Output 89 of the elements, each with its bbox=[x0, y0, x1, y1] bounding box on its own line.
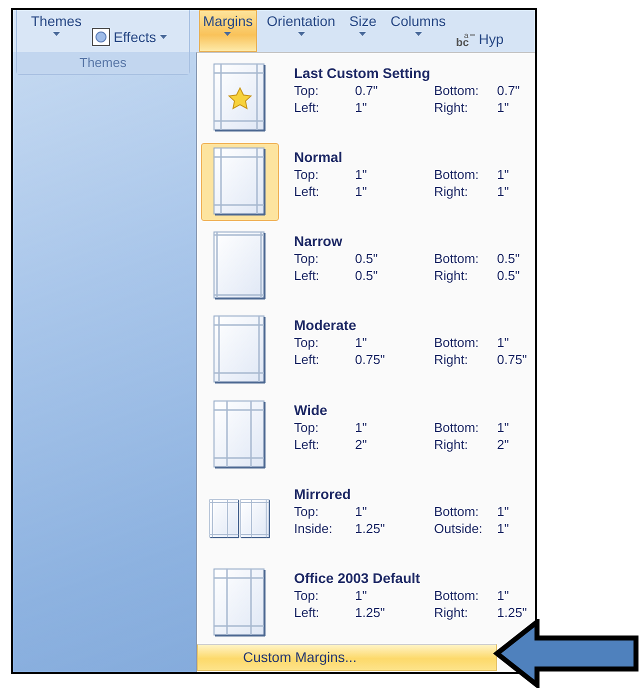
margin-option[interactable]: Office 2003 Default Top: 1" Bottom: 1" Left: 1.25" Right: 1.25" bbox=[197, 560, 535, 644]
margin-value: 1" bbox=[497, 166, 510, 184]
margin-label: Right: bbox=[434, 183, 469, 200]
margin-value: 1" bbox=[355, 99, 368, 116]
margin-value: 2" bbox=[497, 436, 510, 452]
margin-label: Bottom: bbox=[434, 250, 480, 268]
margin-label: Top: bbox=[294, 502, 320, 520]
option-title: Last Custom Setting bbox=[294, 64, 432, 82]
option-title: Normal bbox=[294, 148, 344, 166]
caret-icon bbox=[298, 32, 305, 36]
margin-value: 1" bbox=[497, 520, 510, 537]
margin-value: 1" bbox=[497, 99, 510, 116]
margin-label: Bottom: bbox=[434, 502, 480, 520]
ribbon-button[interactable]: Columns bbox=[386, 10, 450, 52]
margin-value: 1" bbox=[497, 586, 510, 604]
margin-label: Right: bbox=[434, 604, 469, 621]
effects-button[interactable]: Effects bbox=[92, 28, 168, 46]
caret-icon bbox=[224, 32, 232, 36]
margin-option[interactable]: Normal Top: 1" Bottom: 1" Left: 1" Right: 1" bbox=[197, 139, 535, 224]
margin-value: 2" bbox=[355, 436, 368, 452]
margin-label: Left: bbox=[294, 604, 320, 621]
margin-value: 1" bbox=[355, 166, 368, 184]
caret-icon bbox=[414, 32, 422, 36]
margin-label: Left: bbox=[294, 351, 320, 368]
margin-label: Left: bbox=[294, 99, 320, 116]
option-title: Wide bbox=[294, 400, 328, 418]
margin-label: Bottom: bbox=[434, 334, 480, 352]
caret-icon bbox=[359, 32, 366, 36]
margin-value: 1" bbox=[355, 334, 368, 352]
page-margins-icon bbox=[213, 568, 267, 638]
ribbon-button[interactable]: Size bbox=[345, 10, 381, 52]
margin-label: Bottom: bbox=[434, 166, 480, 184]
group-label: Themes bbox=[17, 52, 189, 74]
margin-label: Inside: bbox=[294, 520, 334, 537]
margin-label: Top: bbox=[294, 418, 320, 436]
margin-label: Top: bbox=[294, 586, 320, 604]
margin-label: Right: bbox=[434, 436, 469, 452]
margin-label: Right: bbox=[434, 267, 469, 284]
margin-value: 1" bbox=[497, 418, 510, 436]
margin-value: 1" bbox=[355, 418, 368, 436]
margin-label: Outside: bbox=[434, 520, 484, 537]
margin-option[interactable]: Narrow Top: 0.5" Bottom: 0.5" Left: 0.5" Right: 0.5" bbox=[197, 223, 535, 308]
margin-value: 1" bbox=[497, 183, 510, 200]
page-margins-icon bbox=[213, 147, 267, 218]
custom-margins-item[interactable]: Custom Margins... bbox=[197, 644, 497, 672]
margin-label: Bottom: bbox=[434, 586, 480, 604]
margin-value: 1.25" bbox=[497, 604, 528, 621]
margin-label: Left: bbox=[294, 183, 320, 200]
margin-label: Top: bbox=[294, 166, 320, 184]
margin-label: Left: bbox=[294, 436, 320, 452]
option-title: Mirrored bbox=[294, 484, 352, 503]
margin-label: Top: bbox=[294, 82, 320, 99]
margin-label: Left: bbox=[294, 267, 320, 284]
margin-value: 0.7" bbox=[355, 82, 379, 99]
page-margins-icon bbox=[213, 315, 267, 386]
margin-value: 1" bbox=[355, 502, 368, 520]
margin-value: 0.5" bbox=[497, 250, 521, 268]
option-title: Moderate bbox=[294, 316, 358, 334]
margin-label: Bottom: bbox=[434, 418, 480, 436]
margin-value: 1" bbox=[497, 334, 510, 352]
caret-icon bbox=[160, 35, 168, 39]
page-margins-icon bbox=[213, 231, 267, 302]
margin-value: 0.5" bbox=[355, 250, 379, 268]
margin-option[interactable]: Last Custom Setting Top: 0.7" Bottom: 0.7" Left: 1" Right: 1" bbox=[197, 55, 535, 140]
margin-value: 1" bbox=[497, 502, 510, 520]
option-title: Narrow bbox=[294, 232, 344, 250]
margin-label: Right: bbox=[434, 351, 469, 368]
ribbon-button[interactable]: Orientation bbox=[262, 10, 340, 52]
ribbon-button[interactable]: Margins bbox=[199, 10, 257, 52]
margin-label: Top: bbox=[294, 250, 320, 268]
margin-option[interactable]: Moderate Top: 1" Bottom: 1" Left: 0.75" Right: 0.75" bbox=[197, 307, 535, 392]
margin-value: 0.5" bbox=[497, 267, 521, 284]
margin-value: 0.75" bbox=[355, 351, 386, 368]
themes-button[interactable]: Themes bbox=[27, 10, 86, 52]
margin-value: 1" bbox=[355, 183, 368, 200]
margin-value: 0.5" bbox=[355, 267, 379, 284]
margin-value: 0.7" bbox=[497, 82, 521, 99]
margin-option[interactable]: Mirrored Top: 1" Bottom: 1" Inside: 1.25" Outside: 1" bbox=[197, 476, 535, 560]
margin-value: 1.25" bbox=[355, 604, 386, 621]
margin-label: Right: bbox=[434, 99, 469, 116]
margin-label: Bottom: bbox=[434, 82, 480, 99]
caret-icon bbox=[52, 32, 60, 36]
margin-value: 0.75" bbox=[497, 351, 528, 368]
page-margins-icon bbox=[213, 400, 267, 470]
margin-option[interactable]: Wide Top: 1" Bottom: 1" Left: 2" Right: 2" bbox=[197, 392, 535, 476]
margin-label: Top: bbox=[294, 334, 320, 352]
margin-value: 1.25" bbox=[355, 520, 386, 537]
margin-value: 1" bbox=[355, 586, 368, 604]
option-title: Office 2003 Default bbox=[294, 568, 422, 587]
